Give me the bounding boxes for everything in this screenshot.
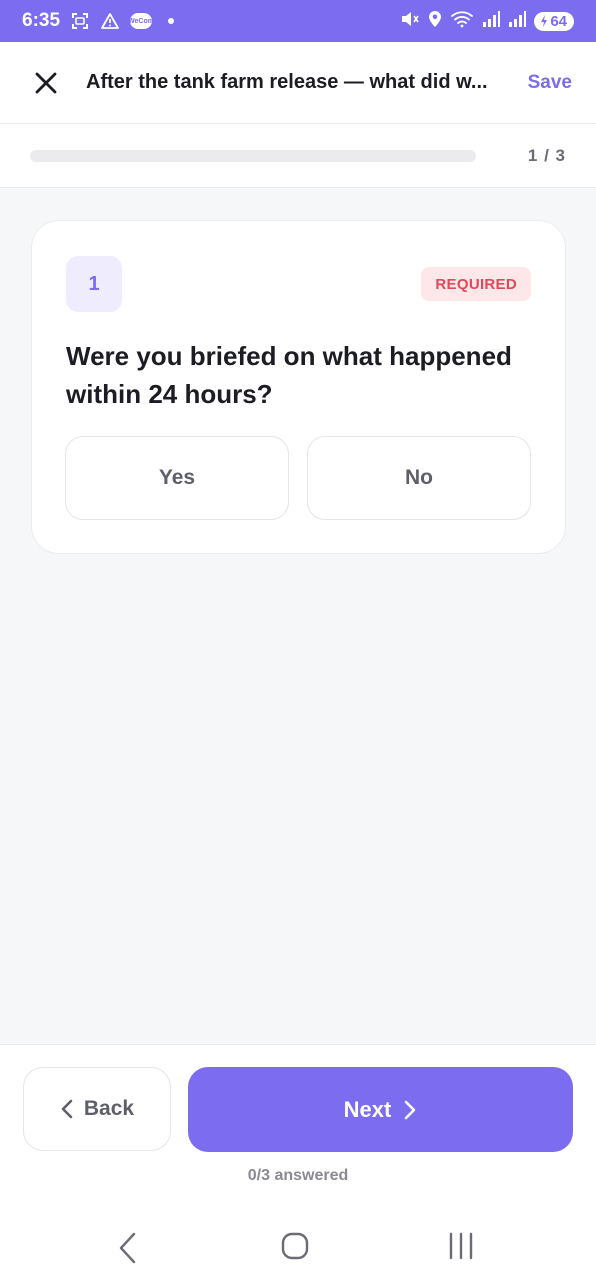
signal-icon bbox=[508, 10, 527, 32]
progress-bar bbox=[30, 149, 476, 162]
back-button[interactable]: Back bbox=[23, 1067, 171, 1151]
nav-back-button[interactable] bbox=[116, 1231, 140, 1270]
nav-recent-button[interactable] bbox=[447, 1229, 475, 1268]
wifi-icon bbox=[450, 10, 474, 33]
nav-home-icon bbox=[281, 1232, 309, 1260]
footer: Back Next 0/3 answered bbox=[0, 1044, 596, 1280]
next-button-label: Next bbox=[343, 1096, 392, 1122]
back-button-label: Back bbox=[83, 1097, 135, 1120]
progress-label: 1 / 3 bbox=[527, 145, 566, 165]
nav-recent-icon bbox=[449, 1232, 473, 1260]
battery-indicator: 64 bbox=[534, 11, 574, 31]
mute-icon bbox=[400, 10, 420, 33]
battery-level: 64 bbox=[550, 12, 567, 30]
status-bar: 6:35 WeCom 64 bbox=[0, 0, 596, 42]
warning-icon bbox=[100, 12, 120, 30]
status-right: 64 bbox=[400, 10, 574, 33]
close-icon bbox=[35, 72, 57, 93]
nav-back-icon bbox=[119, 1232, 136, 1264]
top-bar: After the tank farm release — what did w… bbox=[0, 42, 596, 124]
question-number: 1 bbox=[66, 256, 122, 312]
notification-dot bbox=[168, 18, 175, 24]
save-button[interactable]: Save bbox=[528, 72, 572, 94]
option-no-button[interactable]: No bbox=[307, 436, 531, 520]
wecom-icon: WeCom bbox=[128, 13, 154, 29]
option-yes-button[interactable]: Yes bbox=[65, 436, 289, 520]
close-button[interactable] bbox=[32, 69, 60, 97]
signal-icon bbox=[482, 10, 501, 32]
battery-icon bbox=[541, 15, 548, 27]
question-card: 1 REQUIRED Were you briefed on what happ… bbox=[31, 220, 566, 554]
required-badge: REQUIRED bbox=[421, 267, 531, 301]
status-time: 6:35 bbox=[22, 10, 61, 31]
chevron-left-icon bbox=[61, 1099, 73, 1119]
chevron-right-icon bbox=[405, 1100, 416, 1119]
next-button[interactable]: Next bbox=[188, 1067, 573, 1152]
status-left: 6:35 WeCom bbox=[22, 10, 175, 32]
nav-home-button[interactable] bbox=[280, 1229, 310, 1268]
screenshot-icon bbox=[70, 12, 90, 30]
answered-count: 0/3 answered bbox=[247, 1167, 349, 1184]
location-icon bbox=[428, 10, 442, 33]
page-title: After the tank farm release — what did w… bbox=[86, 71, 488, 93]
progress-area: 1 / 3 bbox=[0, 124, 596, 188]
question-text: Were you briefed on what happened within… bbox=[66, 341, 512, 409]
system-nav-bar bbox=[0, 1221, 596, 1280]
